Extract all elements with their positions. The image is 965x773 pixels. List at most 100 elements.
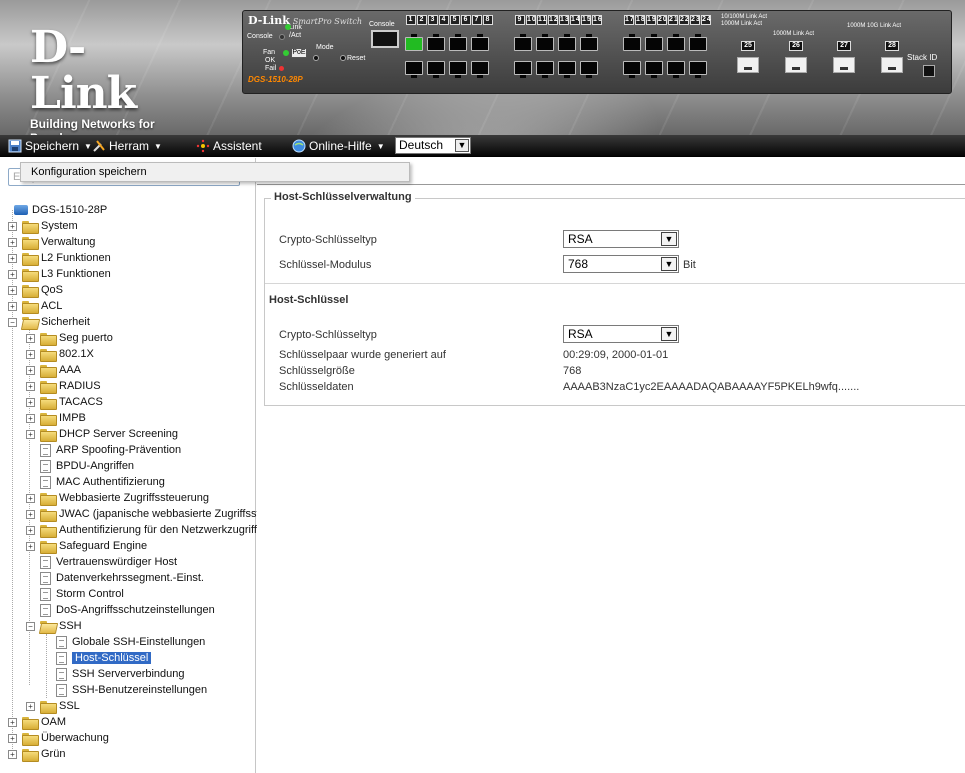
expand-icon[interactable]: + <box>8 285 17 295</box>
tree-item-arp-spoofing[interactable]: ARP Spoofing-Prävention <box>40 442 181 458</box>
console-port-label: Console <box>369 21 395 28</box>
expand-icon[interactable]: + <box>26 397 35 407</box>
tree-item-label: AAA <box>59 364 82 376</box>
tree-item-oam[interactable]: + OAM <box>8 714 66 730</box>
tree-item-device[interactable]: DGS-1510-28P <box>14 202 107 218</box>
expand-icon[interactable]: + <box>26 525 35 535</box>
page-icon <box>40 571 51 585</box>
help-menu[interactable]: Online-Hilfe ▼ <box>292 139 385 153</box>
tree-item-monitoring[interactable]: + Überwachung <box>8 730 109 746</box>
tree-item-web-access[interactable]: + Webbasierte Zugriffssteuerung <box>26 490 209 506</box>
folder-icon <box>40 540 57 554</box>
tree-item-safeguard[interactable]: + Safeguard Engine <box>26 538 147 554</box>
expand-icon[interactable]: + <box>26 509 35 519</box>
folder-icon <box>22 716 39 730</box>
expand-icon[interactable]: + <box>8 717 17 727</box>
tools-menu[interactable]: Herram ▼ <box>92 139 162 153</box>
expand-icon[interactable]: + <box>8 301 17 311</box>
expand-icon[interactable]: + <box>26 429 35 439</box>
tree-item-dos[interactable]: DoS-Angriffsschutzeinstellungen <box>40 602 215 618</box>
crypto-key-type-select[interactable]: RSA ▼ <box>563 230 679 248</box>
tree-item-label: Datenverkehrssegment.-Einst. <box>56 572 204 584</box>
tree-item-dhcp-screening[interactable]: + DHCP Server Screening <box>26 426 178 442</box>
fail-label: Fail <box>265 65 277 72</box>
expand-icon[interactable]: + <box>8 733 17 743</box>
expand-icon[interactable]: + <box>8 269 17 279</box>
tree-item-jwac[interactable]: + JWAC (japanische webbasierte Zugriffsst… <box>26 506 278 522</box>
chevron-down-icon: ▼ <box>661 232 677 246</box>
expand-icon[interactable]: + <box>26 413 35 423</box>
tree-item-ssh[interactable]: − SSH <box>26 618 82 634</box>
expand-icon[interactable]: + <box>26 701 35 711</box>
key-size-value: 768 <box>563 365 582 377</box>
tree-item-sicherheit[interactable]: − Sicherheit <box>8 314 90 330</box>
tree-item-label: RADIUS <box>59 380 101 392</box>
fail-led <box>279 66 284 71</box>
tree-item-l2[interactable]: + L2 Funktionen <box>8 250 111 266</box>
sfp-port-28 <box>881 57 903 73</box>
collapse-icon[interactable]: − <box>26 621 35 631</box>
header-banner: D-Link Building Networks for People D-Li… <box>0 0 965 150</box>
help-menu-label: Online-Hilfe <box>309 139 372 153</box>
expand-icon[interactable]: + <box>26 365 35 375</box>
save-menu[interactable]: Speichern ▼ <box>8 139 92 153</box>
tree-item-mac-auth[interactable]: MAC Authentifizierung <box>40 474 165 490</box>
crypto-key-type-value: RSA <box>568 232 593 246</box>
expand-icon[interactable]: + <box>26 381 35 391</box>
stack-id-display <box>923 65 935 77</box>
folder-icon <box>40 524 57 538</box>
page-icon <box>40 603 51 617</box>
tree-item-ssh-user[interactable]: SSH-Benutzereinstellungen <box>56 682 207 698</box>
tree-item-l3[interactable]: + L3 Funktionen <box>8 266 111 282</box>
save-config-menu-item[interactable]: Konfiguration speichern <box>31 166 147 178</box>
tree-item-label: JWAC (japanische webbasierte Zugriffsste… <box>59 508 278 520</box>
tree-item-label: SSL <box>59 700 80 712</box>
crypto-key-type-2-select[interactable]: RSA ▼ <box>563 325 679 343</box>
wizard-menu[interactable]: Assistent <box>196 139 262 153</box>
tree-item-green[interactable]: + Grün <box>8 746 65 762</box>
tree-item-traffic-segmentation[interactable]: Datenverkehrssegment.-Einst. <box>40 570 204 586</box>
tree-item-seg-puerto[interactable]: + Seg puerto <box>26 330 113 346</box>
switch-icon <box>14 205 28 215</box>
tree-item-trusted-host[interactable]: Vertrauenswürdiger Host <box>40 554 177 570</box>
expand-icon[interactable]: + <box>8 221 17 231</box>
floppy-disk-icon <box>8 139 22 153</box>
tree-item-tacacs[interactable]: + TACACS <box>26 394 103 410</box>
tree-item-ssh-server[interactable]: SSH Serververbindung <box>56 666 185 682</box>
reset-button <box>340 55 346 61</box>
language-select[interactable]: Deutsch ▼ <box>395 137 471 154</box>
collapse-icon[interactable]: − <box>8 317 17 327</box>
tree-item-ssh-global[interactable]: Globale SSH-Einstellungen <box>56 634 205 650</box>
tree-item-radius[interactable]: + RADIUS <box>26 378 101 394</box>
tree-item-aaa[interactable]: + AAA <box>26 362 81 378</box>
expand-icon[interactable]: + <box>26 333 35 343</box>
folder-icon <box>22 252 39 266</box>
tree-item-label: BPDU-Angriffen <box>56 460 135 472</box>
dlink-logo: D-Link Building Networks for People <box>30 25 180 146</box>
tree-item-ssl[interactable]: + SSL <box>26 698 80 714</box>
tree-item-bpdu[interactable]: BPDU-Angriffen <box>40 458 134 474</box>
tree-item-label: Verwaltung <box>41 236 96 248</box>
sfp-port-28-label: 28 <box>885 41 899 51</box>
expand-icon[interactable]: + <box>8 237 17 247</box>
expand-icon[interactable]: + <box>8 253 17 263</box>
expand-icon[interactable]: + <box>26 541 35 551</box>
tree-item-label: Globale SSH-Einstellungen <box>72 636 206 648</box>
expand-icon[interactable]: + <box>8 749 17 759</box>
key-modulus-select[interactable]: 768 ▼ <box>563 255 679 273</box>
expand-icon[interactable]: + <box>26 493 35 503</box>
tree-item-impb[interactable]: + IMPB <box>26 410 86 426</box>
tree-item-system[interactable]: + System <box>8 218 78 234</box>
tree-item-ssh-host-key[interactable]: Host-Schlüssel <box>56 650 152 666</box>
tree-item-verwaltung[interactable]: + Verwaltung <box>8 234 95 250</box>
tree-item-qos[interactable]: + QoS <box>8 282 63 298</box>
tree-item-network-auth[interactable]: + Authentifizierung für den Netzwerkzugri… <box>26 522 257 538</box>
crypto-key-type-2-label: Crypto-Schlüsseltyp <box>279 329 377 341</box>
tree-item-8021x[interactable]: +802.1X <box>26 346 94 362</box>
wizard-menu-label: Assistent <box>213 139 262 153</box>
save-dropdown: Konfiguration speichern <box>20 162 410 182</box>
tree-item-storm-control[interactable]: Storm Control <box>40 586 124 602</box>
tree-item-acl[interactable]: + ACL <box>8 298 62 314</box>
port-numbers-17-24: 1718192021222324 <box>624 15 712 25</box>
expand-icon[interactable]: + <box>26 349 35 359</box>
